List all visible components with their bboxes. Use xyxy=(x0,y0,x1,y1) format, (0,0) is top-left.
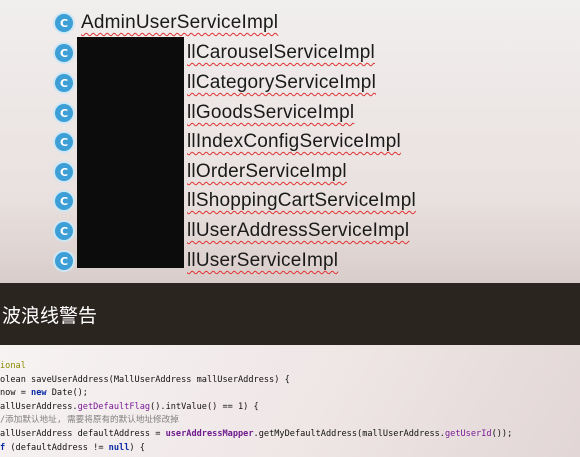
class-icon: C xyxy=(55,133,73,151)
class-icon: C xyxy=(55,222,73,240)
code-line: f (defaultAddress != null) { xyxy=(0,442,145,453)
tree-item-label: llIndexConfigServiceImpl xyxy=(187,131,401,152)
class-icon: C xyxy=(55,104,73,122)
code-line: /添加默认地址, 需要将原有的默认地址修改掉 xyxy=(0,415,179,426)
tree-item-label: llCategoryServiceImpl xyxy=(187,72,376,93)
tree-item-label: llCarouselServiceImpl xyxy=(187,42,375,63)
code-editor[interactable]: ional olean saveUserAddress(MallUserAddr… xyxy=(0,345,580,457)
class-icon: C xyxy=(55,163,73,181)
tree-item-label: llOrderServiceImpl xyxy=(187,161,347,182)
tree-item-label: llGoodsServiceImpl xyxy=(187,102,355,123)
code-line: now = new Date(); xyxy=(0,388,88,399)
class-icon: C xyxy=(55,14,73,32)
caption-banner: 波浪线警告 xyxy=(0,283,580,345)
class-icon: C xyxy=(55,192,73,210)
class-icon: C xyxy=(55,74,73,92)
redaction-block xyxy=(77,37,184,268)
class-icon: C xyxy=(55,44,73,62)
tree-item-label: llUserServiceImpl xyxy=(187,250,339,271)
tree-item-label: AdminUserServiceImpl xyxy=(81,12,279,33)
code-line: allUserAddress defaultAddress = userAddr… xyxy=(0,428,513,439)
tree-item-label: llShoppingCartServiceImpl xyxy=(187,190,416,211)
caption-text: 波浪线警告 xyxy=(2,304,98,327)
tree-item-label: llUserAddressServiceImpl xyxy=(187,220,410,241)
code-line: allUserAddress.getDefaultFlag().intValue… xyxy=(0,401,259,412)
code-line: olean saveUserAddress(MallUserAddress ma… xyxy=(0,374,290,385)
project-tree: C AdminUserServiceImpl C llCarouselServi… xyxy=(0,0,580,283)
class-icon: C xyxy=(55,252,73,270)
tree-item[interactable]: C AdminUserServiceImpl xyxy=(55,8,278,38)
code-line: ional xyxy=(0,361,26,371)
